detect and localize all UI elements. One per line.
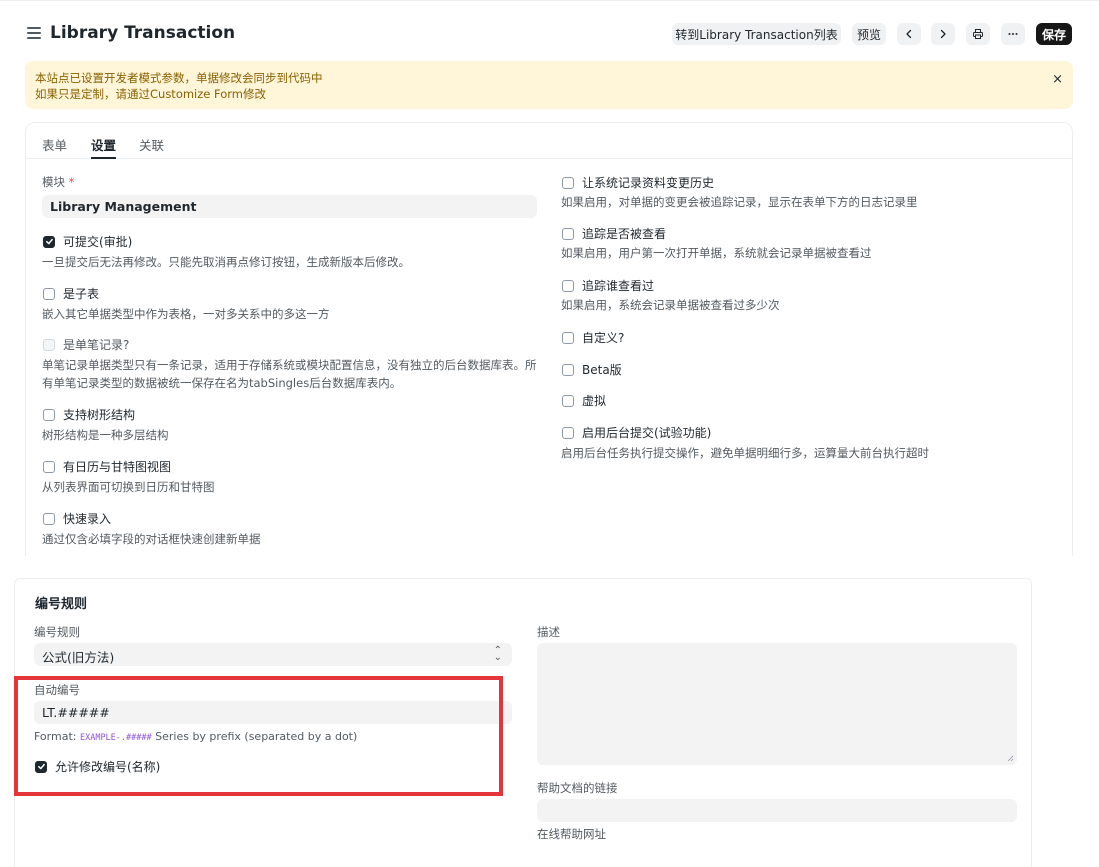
track-seen-description: 如果启用，用户第一次打开单据，系统就会记录单据被查看过 [561, 246, 872, 260]
virtual-checkbox[interactable]: 虚拟 [562, 392, 606, 409]
page-header: Library Transaction 转到Library Transactio… [0, 0, 1099, 66]
quick-entry-description: 通过仅含必填字段的对话框快速创建新单据 [42, 532, 261, 546]
is-single-checkbox[interactable]: 是单笔记录? [43, 336, 129, 353]
checkbox-icon [43, 287, 55, 300]
tab-bar: 表单 设置 关联 [26, 123, 1072, 159]
settings-card: 表单 设置 关联 模块 * Library Management 可提交(审批)… [25, 122, 1073, 556]
track-views-description: 如果启用，系统会记录单据被查看过多少次 [561, 298, 780, 312]
is-tree-description: 树形结构是一种多层结构 [42, 428, 169, 442]
resize-handle-icon[interactable] [1007, 755, 1014, 762]
tab-form[interactable]: 表单 [42, 135, 67, 154]
is-calendar-gantt-checkbox[interactable]: 有日历与甘特图视图 [43, 458, 171, 475]
chevron-right-icon [940, 29, 946, 39]
alert-line-2: 如果只是定制，请通过Customize Form修改 [35, 87, 266, 101]
tab-connections[interactable]: 关联 [139, 135, 164, 154]
module-label: 模块 * [42, 175, 75, 189]
checkbox-checked-icon [43, 235, 55, 248]
ellipsis-icon [1008, 33, 1018, 35]
description-label: 描述 [537, 625, 560, 639]
is-single-description: 单笔记录单据类型只有一条记录，适用于存储系统或模块配置信息，没有独立的后台数据库… [42, 358, 537, 390]
checkbox-icon [562, 363, 574, 376]
naming-rule-select[interactable]: 公式(旧方法) ⌃ ⌄ [34, 643, 512, 666]
is-child-table-description: 嵌入其它单据类型中作为表格，一对多关系中的多这一方 [42, 307, 330, 321]
hamburger-menu-icon[interactable] [27, 27, 41, 39]
beta-checkbox[interactable]: Beta版 [562, 361, 622, 378]
checkbox-icon [43, 512, 55, 525]
is-child-table-checkbox[interactable]: 是子表 [43, 285, 99, 302]
alert-line-1: 本站点已设置开发者模式参数，单据修改会同步到代码中 [35, 71, 323, 85]
track-seen-checkbox[interactable]: 追踪是否被查看 [562, 225, 666, 242]
checkbox-icon [562, 227, 574, 240]
previous-button[interactable] [897, 23, 921, 45]
module-field[interactable]: Library Management [42, 195, 537, 218]
save-button[interactable]: 保存 [1036, 23, 1072, 45]
custom-checkbox[interactable]: 自定义? [562, 329, 624, 346]
checkbox-icon [562, 331, 574, 344]
help-link-field[interactable] [537, 799, 1017, 822]
close-icon[interactable]: × [1052, 72, 1063, 88]
checkbox-icon [562, 279, 574, 292]
active-tab-indicator [91, 157, 116, 159]
naming-rule-label: 编号规则 [34, 625, 80, 639]
track-changes-checkbox[interactable]: 让系统记录资料变更历史 [562, 174, 714, 191]
checkbox-icon [562, 426, 574, 439]
checkbox-icon [562, 176, 574, 189]
chevron-left-icon [906, 29, 912, 39]
queue-in-background-description: 启用后台任务执行提交操作，避免单据明细行多，运算量大前台执行超时 [561, 446, 929, 460]
checkbox-disabled-icon [43, 338, 55, 351]
print-button[interactable] [966, 23, 990, 45]
help-link-label: 帮助文档的链接 [537, 781, 618, 795]
preview-button[interactable]: 预览 [852, 23, 886, 45]
next-button[interactable] [931, 23, 955, 45]
page-title: Library Transaction [50, 23, 236, 43]
is-submittable-description: 一旦提交后无法再修改。只能先取消再点修订按钮，生成新版本后修改。 [42, 255, 410, 269]
checkbox-icon [43, 460, 55, 473]
queue-in-background-checkbox[interactable]: 启用后台提交(试验功能) [562, 424, 711, 441]
is-tree-checkbox[interactable]: 支持树形结构 [43, 406, 135, 423]
is-calendar-gantt-description: 从列表界面可切换到日历和甘特图 [42, 480, 215, 494]
select-arrows-icon: ⌃ ⌄ [493, 645, 502, 663]
checkbox-icon [562, 394, 574, 407]
developer-mode-alert: 本站点已设置开发者模式参数，单据修改会同步到代码中 如果只是定制，请通过Cust… [25, 61, 1073, 109]
track-views-checkbox[interactable]: 追踪谁查看过 [562, 277, 654, 294]
printer-icon [973, 29, 983, 39]
checkbox-icon [43, 408, 55, 421]
highlight-box [14, 676, 503, 796]
quick-entry-checkbox[interactable]: 快速录入 [43, 510, 111, 527]
help-link-description: 在线帮助网址 [537, 827, 606, 841]
more-options-button[interactable] [1001, 23, 1025, 45]
is-submittable-checkbox[interactable]: 可提交(审批) [43, 233, 132, 250]
track-changes-description: 如果启用，对单据的变更会被追踪记录，显示在表单下方的日志记录里 [561, 195, 918, 209]
goto-list-button[interactable]: 转到Library Transaction列表 [672, 23, 841, 45]
description-textarea[interactable] [537, 643, 1017, 765]
tab-settings[interactable]: 设置 [91, 135, 116, 154]
naming-section-title: 编号规则 [35, 597, 88, 612]
